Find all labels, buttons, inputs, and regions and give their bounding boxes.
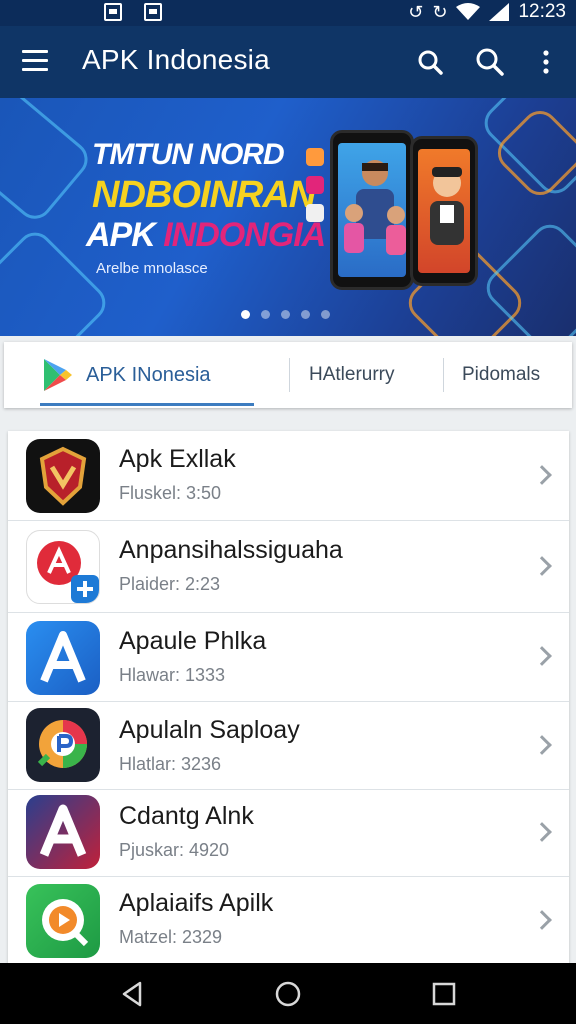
app-list: Apk Exllak Fluskel: 3:50 Anpansihalssigu… — [8, 431, 569, 965]
app-name: Apk Exllak — [119, 445, 236, 473]
vibrate-icon: ↺ — [408, 2, 424, 22]
phone-mockup — [330, 130, 414, 290]
chevron-right-icon — [532, 465, 552, 485]
banner-headline-1: TMTUN NORD — [92, 138, 285, 171]
app-thumb-icon — [306, 176, 324, 194]
app-meta: Hlatlar: 3236 — [119, 754, 222, 774]
character-illustration-icon — [430, 167, 464, 245]
app-thumb-icon — [306, 204, 324, 222]
app-meta: Fluskel: 3:50 — [119, 483, 222, 503]
list-item[interactable]: Apaule Phlka Hlawar: 1333 — [8, 613, 569, 702]
tab-label: Pidomals — [462, 364, 541, 385]
tab-label: HAtlerurry — [309, 364, 395, 385]
search-icon[interactable] — [474, 46, 506, 78]
chevron-right-icon — [532, 735, 552, 755]
app-meta: Hlawar: 1333 — [119, 665, 226, 685]
phone-mockup — [410, 136, 478, 286]
search-icon[interactable] — [414, 46, 446, 78]
app-meta: Plaider: 2:23 — [119, 574, 221, 594]
tab-bar: APK INonesia HAtlerurry Pidomals — [4, 342, 572, 408]
chevron-right-icon — [532, 646, 552, 666]
banner-headline-2: NDBOINRAN — [92, 174, 316, 216]
status-time: 12:23 — [518, 1, 566, 22]
play-store-icon — [44, 359, 72, 391]
list-item[interactable]: Apulaln Saploay Hlatlar: 3236 — [8, 702, 569, 790]
tab-label: APK INonesia — [86, 363, 211, 386]
family-illustration-icon — [344, 160, 406, 255]
back-icon[interactable] — [118, 979, 148, 1009]
app-bar: APK Indonesia — [0, 26, 576, 98]
translate-plus-icon — [26, 530, 100, 604]
app-name: Apulaln Saploay — [119, 716, 300, 744]
tab-divider — [289, 358, 290, 392]
wifi-icon — [456, 3, 481, 20]
app-name: Apaule Phlka — [119, 627, 267, 655]
banner-headline-3: APK INDONGIA — [86, 216, 326, 254]
list-item[interactable]: Anpansihalssiguaha Plaider: 2:23 — [8, 521, 569, 613]
status-bar: ↺ ↻ 12:23 — [0, 0, 576, 26]
chevron-right-icon — [532, 822, 552, 842]
chevron-right-icon — [532, 556, 552, 576]
home-icon[interactable] — [273, 979, 303, 1009]
carousel-dots[interactable] — [241, 310, 330, 319]
list-item[interactable]: Apk Exllak Fluskel: 3:50 — [8, 431, 569, 521]
tab-apk-indonesia[interactable]: APK INonesia — [42, 342, 211, 408]
app-title: APK Indonesia — [82, 44, 270, 75]
notification-icon — [104, 3, 122, 21]
list-item[interactable]: Aplaiaifs Apilk Matzel: 2329 — [8, 877, 569, 965]
sync-icon: ↻ — [432, 2, 448, 22]
tab-pidomals[interactable]: Pidomals — [462, 342, 540, 408]
hamburger-menu-icon[interactable] — [22, 50, 48, 72]
app-name: Cdantg Alnk — [119, 802, 254, 830]
tab-divider — [443, 358, 444, 392]
banner-subtitle: Arelbe mnolasce — [96, 260, 208, 277]
navigation-bar — [0, 963, 576, 1024]
active-tab-indicator — [40, 403, 254, 406]
promo-banner[interactable]: TMTUN NORD NDBOINRAN APK INDONGIA Arelbe… — [0, 98, 576, 336]
app-meta: Matzel: 2329 — [119, 927, 223, 947]
tab-hatlerurry[interactable]: HAtlerurry — [309, 342, 395, 408]
chat-bubble-icon — [26, 708, 100, 782]
app-thumb-icon — [306, 148, 324, 166]
list-item[interactable]: Cdantg Alnk Pjuskar: 4920 — [8, 790, 569, 877]
app-meta: Pjuskar: 4920 — [119, 840, 230, 860]
app-name: Aplaiaifs Apilk — [119, 889, 274, 917]
image-notification-icon — [144, 3, 162, 21]
chevron-right-icon — [532, 910, 552, 930]
more-options-icon[interactable] — [530, 46, 562, 78]
letter-a-icon — [26, 621, 100, 695]
shield-emblem-icon — [26, 439, 100, 513]
chat-play-icon — [26, 884, 100, 958]
recent-apps-icon[interactable] — [429, 979, 459, 1009]
app-name: Anpansihalssiguaha — [119, 536, 343, 564]
letter-a-red-icon — [26, 795, 100, 869]
signal-icon — [489, 3, 510, 21]
